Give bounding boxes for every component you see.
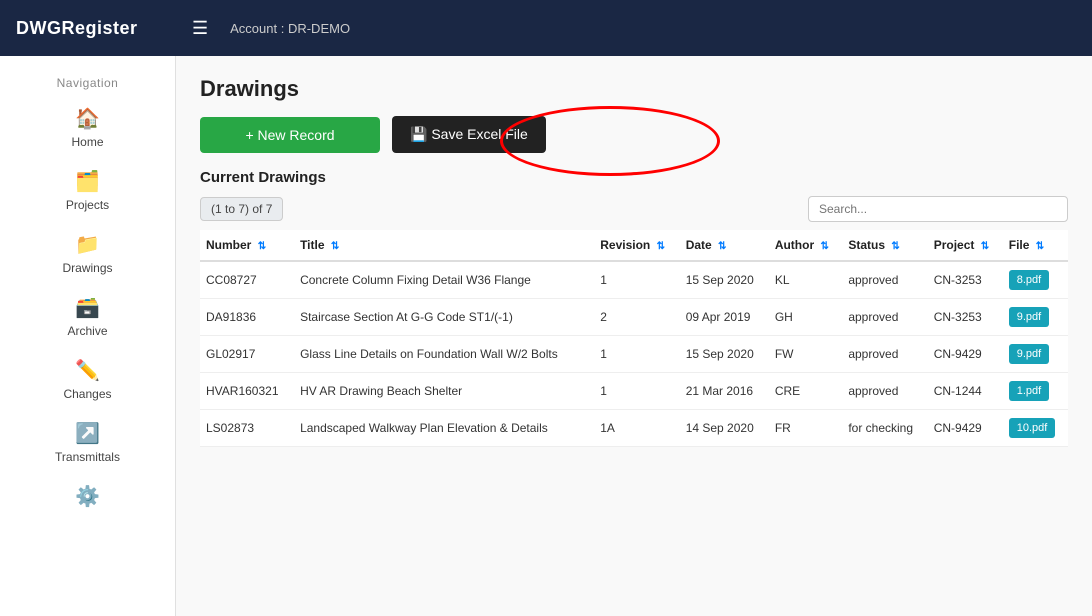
- cell-date: 15 Sep 2020: [680, 336, 769, 373]
- table-row: LS02873 Landscaped Walkway Plan Elevatio…: [200, 410, 1068, 447]
- record-count: (1 to 7) of 7: [200, 197, 283, 221]
- cell-number[interactable]: DA91836: [200, 299, 294, 336]
- changes-icon: ✏️: [75, 358, 100, 383]
- transmittals-icon: ↗️: [75, 421, 100, 446]
- main-content: Drawings + New Record 💾 Save Excel File …: [176, 56, 1092, 616]
- col-revision[interactable]: Revision ⇅: [594, 230, 679, 261]
- cell-file[interactable]: 1.pdf: [1003, 373, 1068, 410]
- file-button[interactable]: 9.pdf: [1009, 344, 1049, 364]
- cell-status: approved: [842, 373, 927, 410]
- sidebar: Navigation 🏠 Home 🗂️ Projects 📁 Drawings…: [0, 56, 176, 616]
- cell-title[interactable]: Glass Line Details on Foundation Wall W/…: [294, 336, 594, 373]
- section-title: Current Drawings: [200, 169, 1068, 186]
- home-icon: 🏠: [75, 106, 100, 131]
- table-header: Number ⇅ Title ⇅ Revision ⇅ Date ⇅ Autho…: [200, 230, 1068, 261]
- cell-author: FR: [769, 410, 843, 447]
- cell-status: for checking: [842, 410, 927, 447]
- cell-title[interactable]: Concrete Column Fixing Detail W36 Flange: [294, 261, 594, 299]
- col-title[interactable]: Title ⇅: [294, 230, 594, 261]
- cell-file[interactable]: 9.pdf: [1003, 336, 1068, 373]
- col-status[interactable]: Status ⇅: [842, 230, 927, 261]
- drawings-table: Number ⇅ Title ⇅ Revision ⇅ Date ⇅ Autho…: [200, 230, 1068, 447]
- table-header-row: (1 to 7) of 7: [200, 196, 1068, 222]
- settings-icon: ⚙️: [75, 484, 100, 509]
- sidebar-item-projects-label: Projects: [66, 198, 109, 212]
- cell-revision: 1: [594, 261, 679, 299]
- cell-project: CN-9429: [928, 336, 1003, 373]
- toolbar: + New Record 💾 Save Excel File: [200, 116, 1068, 153]
- cell-file[interactable]: 8.pdf: [1003, 261, 1068, 299]
- page-title: Drawings: [200, 76, 1068, 102]
- cell-date: 14 Sep 2020: [680, 410, 769, 447]
- sidebar-item-settings[interactable]: ⚙️: [0, 474, 175, 523]
- table-row: DA91836 Staircase Section At G-G Code ST…: [200, 299, 1068, 336]
- sidebar-item-changes[interactable]: ✏️ Changes: [0, 348, 175, 411]
- cell-project: CN-9429: [928, 410, 1003, 447]
- col-number[interactable]: Number ⇅: [200, 230, 294, 261]
- cell-title[interactable]: Landscaped Walkway Plan Elevation & Deta…: [294, 410, 594, 447]
- sidebar-nav-label: Navigation: [0, 66, 175, 96]
- layout: Navigation 🏠 Home 🗂️ Projects 📁 Drawings…: [0, 56, 1092, 616]
- sidebar-item-projects[interactable]: 🗂️ Projects: [0, 159, 175, 222]
- sidebar-item-transmittals-label: Transmittals: [55, 450, 120, 464]
- projects-icon: 🗂️: [75, 169, 100, 194]
- drawings-icon: 📁: [75, 232, 100, 257]
- col-author[interactable]: Author ⇅: [769, 230, 843, 261]
- cell-revision: 2: [594, 299, 679, 336]
- account-label: Account : DR-DEMO: [230, 21, 350, 36]
- cell-project: CN-1244: [928, 373, 1003, 410]
- col-date[interactable]: Date ⇅: [680, 230, 769, 261]
- archive-icon: 🗃️: [75, 295, 100, 320]
- sidebar-item-drawings[interactable]: 📁 Drawings: [0, 222, 175, 285]
- cell-revision: 1: [594, 373, 679, 410]
- cell-status: approved: [842, 261, 927, 299]
- sidebar-item-drawings-label: Drawings: [62, 261, 112, 275]
- cell-project: CN-3253: [928, 261, 1003, 299]
- cell-file[interactable]: 10.pdf: [1003, 410, 1068, 447]
- cell-number[interactable]: HVAR160321: [200, 373, 294, 410]
- cell-number[interactable]: CC08727: [200, 261, 294, 299]
- search-input[interactable]: [808, 196, 1068, 222]
- cell-status: approved: [842, 336, 927, 373]
- file-button[interactable]: 10.pdf: [1009, 418, 1056, 438]
- cell-author: FW: [769, 336, 843, 373]
- cell-author: GH: [769, 299, 843, 336]
- file-button[interactable]: 8.pdf: [1009, 270, 1049, 290]
- cell-author: CRE: [769, 373, 843, 410]
- hamburger-icon[interactable]: ☰: [192, 18, 208, 39]
- cell-revision: 1A: [594, 410, 679, 447]
- cell-date: 21 Mar 2016: [680, 373, 769, 410]
- cell-file[interactable]: 9.pdf: [1003, 299, 1068, 336]
- col-file[interactable]: File ⇅: [1003, 230, 1068, 261]
- topbar-right: ☰ Account : DR-DEMO: [192, 18, 350, 39]
- cell-status: approved: [842, 299, 927, 336]
- cell-number[interactable]: LS02873: [200, 410, 294, 447]
- cell-title[interactable]: HV AR Drawing Beach Shelter: [294, 373, 594, 410]
- sidebar-item-home[interactable]: 🏠 Home: [0, 96, 175, 159]
- save-excel-button[interactable]: 💾 Save Excel File: [392, 116, 546, 153]
- app-logo: DWGRegister: [16, 18, 192, 39]
- cell-date: 09 Apr 2019: [680, 299, 769, 336]
- cell-revision: 1: [594, 336, 679, 373]
- cell-project: CN-3253: [928, 299, 1003, 336]
- table-row: HVAR160321 HV AR Drawing Beach Shelter 1…: [200, 373, 1068, 410]
- col-project[interactable]: Project ⇅: [928, 230, 1003, 261]
- new-record-button[interactable]: + New Record: [200, 117, 380, 153]
- file-button[interactable]: 1.pdf: [1009, 381, 1049, 401]
- sidebar-item-archive[interactable]: 🗃️ Archive: [0, 285, 175, 348]
- sidebar-item-archive-label: Archive: [67, 324, 107, 338]
- table-row: GL02917 Glass Line Details on Foundation…: [200, 336, 1068, 373]
- cell-number[interactable]: GL02917: [200, 336, 294, 373]
- cell-date: 15 Sep 2020: [680, 261, 769, 299]
- sidebar-item-transmittals[interactable]: ↗️ Transmittals: [0, 411, 175, 474]
- sidebar-item-changes-label: Changes: [63, 387, 111, 401]
- table-row: CC08727 Concrete Column Fixing Detail W3…: [200, 261, 1068, 299]
- file-button[interactable]: 9.pdf: [1009, 307, 1049, 327]
- cell-title[interactable]: Staircase Section At G-G Code ST1/(-1): [294, 299, 594, 336]
- topbar: DWGRegister ☰ Account : DR-DEMO: [0, 0, 1092, 56]
- sidebar-item-home-label: Home: [71, 135, 103, 149]
- cell-author: KL: [769, 261, 843, 299]
